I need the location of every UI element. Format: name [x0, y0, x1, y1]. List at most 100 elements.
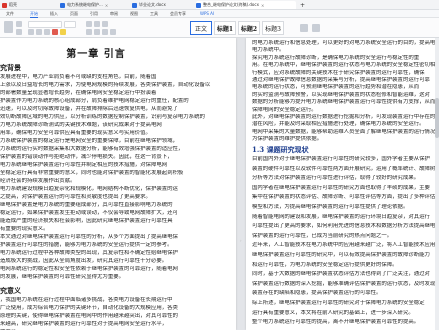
text-line: 的部署数量呈现显著增长趋势，在确保电网安全稳定运行中扮演着 — [0, 90, 157, 96]
document-page-right[interactable]: 的电力系统运行和信息处理，可以更好的对电力系统安全运行的目的，提高电力系统 电力系… — [246, 38, 439, 330]
text-line: 整个电力系统运行可靠性的提高，离不开继电保护装置可靠性的提高。 — [252, 319, 420, 326]
text-line: 模型和方法，为提高继电保护装置的运行可靠性提供了理论依据。 — [252, 204, 409, 210]
text-line: 保护装置运行数据的深入挖掘，能够准确评估保护装置的运行状态，及时发现 — [252, 280, 435, 287]
document-icon — [60, 2, 65, 8]
numbering-icon[interactable] — [94, 21, 100, 27]
font-size-select[interactable] — [64, 21, 76, 28]
section-heading-background: 究背景 — [0, 63, 21, 72]
text-line: 此外，对继电保护装置的运行数据进行挖掘和分析，可发现装置运行中存在的 — [252, 114, 435, 120]
text-line: 电力系统继电保护装置运行可靠性并制定相应的技术措施，对保障电网 — [0, 162, 168, 168]
style-heading-1[interactable]: 标题1 — [214, 21, 236, 35]
text-line: 效切断故障区域的电力供应，以分析训练的数据控制保护装置，识别与复杂电力系统的 — [0, 114, 205, 120]
close-icon[interactable]: × — [105, 3, 108, 8]
menu-file[interactable]: 文件 — [6, 11, 14, 17]
indent-icon[interactable] — [102, 21, 108, 27]
docer-icon — [2, 2, 7, 8]
document-workspace[interactable]: 第一章 引言 究背景 发展进程中，电力产业肩负着不可或缺的支柱角色，目前，随着国… — [0, 38, 439, 330]
paste-icon[interactable] — [4, 21, 13, 33]
align-right-icon[interactable] — [102, 29, 108, 35]
tab-label: 整合_继电保护论文(终稿).docx — [203, 2, 259, 7]
text-line: 保障电网的安全稳定运行。 — [252, 106, 317, 113]
text-line: 近年来，人工智能技术在电力系统中的应用越来越广泛，将人工智能技术应用于 — [252, 242, 435, 249]
text-line: 通过对继电保护故障信息数据的采集与分析，提高继电保护装置的运行可靠 — [252, 77, 430, 83]
text-line: 随着智能电网的建设和发展，继电保护装置的运行环境日趋复杂，对其运行 — [252, 213, 430, 220]
menu-tools[interactable]: 工具 — [150, 11, 158, 17]
text-line: 广泛使用，成为综合电力保护的关键环节，自动化设备的大规模应用，各类 — [0, 305, 178, 311]
text-line: 和运行可靠性，为电力系统的安全稳定运行提供更好的保障。 — [252, 261, 398, 268]
menu-home[interactable]: 开始 — [30, 11, 38, 18]
text-line: 经济社会的持续发展作出贡献。 — [0, 178, 76, 184]
tab-document-2[interactable]: 毕业论文.docx — [132, 1, 192, 9]
highlight-icon[interactable] — [60, 29, 66, 35]
copy-icon[interactable] — [16, 29, 22, 35]
page-break-marker: › — [240, 238, 242, 243]
text-line: 有重要的现实意义。 — [0, 226, 49, 232]
text-line: 本文通过对继电保护装置运行可靠性的分析，从多个方面提出了提高继电保 — [0, 234, 178, 240]
text-line: 保护装置的错误动作与拒绝动作，减少停电损失。因此，在这一背景下， — [0, 154, 173, 160]
document-icon — [132, 2, 137, 8]
text-line: 发展进程中，电力产业肩负着不可或缺的支柱角色，目前，随着国 — [0, 74, 157, 80]
menu-wps-ai[interactable]: WPS AI — [200, 11, 214, 16]
menu-insert[interactable]: 插入 — [50, 11, 58, 17]
text-line: 目前国内外对于继电保护装置运行可靠性的研究较多，国外学者主要从保护 — [252, 156, 430, 162]
line-spacing-icon[interactable] — [110, 29, 116, 35]
text-line: 电网中采集的大量数据，能够帮助运维人员全面了解继电保护装置的运行情况， — [252, 128, 435, 135]
text-line: 的实时监测与故障预警，以实现继电保护装置的状态检修和智能运维，这对 — [252, 91, 430, 98]
text-line: 的电力系统运行和信息处理，可以更好的对电力系统安全运行的目的，提高电力系统 — [252, 40, 435, 46]
text-line: 护装置运行可靠性的措施，能够为电力系统的安全运行提供一定的参考。 — [0, 242, 173, 248]
font-family-select[interactable] — [28, 21, 62, 28]
menu-page[interactable]: 页面 — [70, 11, 78, 17]
text-line: 全稳定运行具有非常重要的意义，同时也能对保护装置的智能化发展起到积极 — [0, 170, 184, 176]
text-line: 力电力系统故障诊断测试的关键技术难题，该研究成果对于提高电网 — [0, 122, 162, 128]
ribbon-toolbar: 正文 标题1 标题2 标题3 — [0, 18, 439, 38]
italic-icon[interactable] — [36, 29, 42, 35]
text-line: 电力系统建设规模日趋复杂化和规模化，电网结构不断优化，保护装置的运 — [0, 186, 178, 192]
section-heading-research-status: 1.3 课题研究现状 — [252, 145, 309, 154]
style-heading-3[interactable]: 标题3 — [262, 21, 284, 35]
text-line: 综上所述，继电保护装置运行可靠性的研究对于保障电力系统的安全稳定 — [252, 300, 425, 306]
text-line: 力系统保护装置的稳定运行是电网安全的重要保障，目前在继电保护领域， — [0, 138, 178, 144]
document-page-left[interactable]: 第一章 引言 究背景 发展进程中，电力产业肩负着不可或缺的支柱角色，目前，随着国… — [0, 38, 236, 330]
menu-references[interactable]: 引用 — [90, 11, 98, 17]
text-line: 造成极大的挑战，因此从全局角度出发，研究其运行可靠性十分必要。 — [0, 258, 168, 264]
cut-icon[interactable] — [16, 21, 22, 27]
tab-label: 稻壳 — [9, 2, 17, 7]
menu-member[interactable]: 会员专享 — [170, 11, 186, 17]
tab-document-active[interactable]: 整合_继电保护论文(终稿).docx × — [196, 1, 296, 9]
scrollbar-thumb[interactable] — [435, 98, 439, 138]
new-tab-button[interactable]: + — [300, 1, 308, 9]
text-line: 之提高，对保护装置运行的可靠性和灵敏度也提出了更高要求。 — [0, 194, 151, 200]
text-line: 运行具有重要意义，本文将在前人研究的基础上，进一步深入研究。 — [252, 309, 414, 316]
align-center-icon[interactable] — [94, 29, 100, 35]
style-normal[interactable]: 正文 — [190, 21, 212, 35]
text-line: 探究电力系统运行故障诊断，是确保电力系统的安全运行与稳定性的重 — [252, 54, 420, 61]
text-line: 集中在保护装置的状态评估、故障诊断、可靠性评估等方面，提出了多种评估 — [252, 194, 435, 201]
text-line: 继电保护装置运行可靠性的研究中，可以有效提高保护装置的故障诊断能力 — [252, 252, 430, 258]
vertical-scrollbar[interactable] — [435, 38, 439, 330]
bold-icon[interactable] — [28, 29, 34, 35]
style-heading-2[interactable]: 标题2 — [238, 21, 260, 35]
tab-label: 毕业论文.docx — [139, 2, 166, 7]
text-line: 原理的关键，使得继电保护装置在电网中的作用越来越突出，对其可靠性的 — [0, 313, 178, 319]
select-icon[interactable] — [312, 24, 320, 32]
chapter-title: 第一章 引言 — [66, 49, 126, 60]
align-left-icon[interactable] — [86, 29, 92, 35]
menu-view[interactable]: 视图 — [130, 11, 138, 17]
text-line: 行模式，应对系统故障的关键技术在于研究保护装置的运行可靠性，确保 — [252, 69, 425, 76]
tab-label: 电力系统继电保护... — [67, 2, 103, 7]
tab-docer[interactable]: 稻壳 — [2, 1, 32, 9]
font-color-icon[interactable] — [52, 29, 58, 35]
bullets-icon[interactable] — [86, 21, 92, 27]
menu-bar: 文件 开始 插入 页面 引用 审阅 视图 工具 会员专享 WPS AI — [0, 10, 439, 18]
text-line: 保护装置的运行可靠性，已成为当前研究的热点问题之一。 — [252, 232, 393, 239]
text-line: 用。在电力系统中，继电保护装置的运行状态与电力系统的安全稳定性密切相关，一 — [252, 62, 435, 69]
tab-document-1[interactable]: 电力系统继电保护... × — [60, 1, 130, 9]
underline-icon[interactable] — [44, 29, 50, 35]
text-line: 分析等方法对保护装置运行可靠性进行评估，取得了较好的研究成果。 — [252, 175, 420, 182]
text-line: 稳定运行，如果保护装置发生拒动或误动，不仅会导致电网故障扩大，还可 — [0, 210, 178, 216]
close-icon[interactable]: × — [261, 3, 264, 8]
text-line: 装置的硬件可靠性以及软件可靠性两方面开展研究，运用了概率统计、故障树 — [252, 165, 435, 172]
find-icon[interactable] — [300, 24, 308, 32]
menu-review[interactable]: 审阅 — [110, 11, 118, 17]
text-line: 同时，基于大数据的继电保护装置状态评估方法也得到了广泛关注，通过对 — [252, 271, 430, 278]
